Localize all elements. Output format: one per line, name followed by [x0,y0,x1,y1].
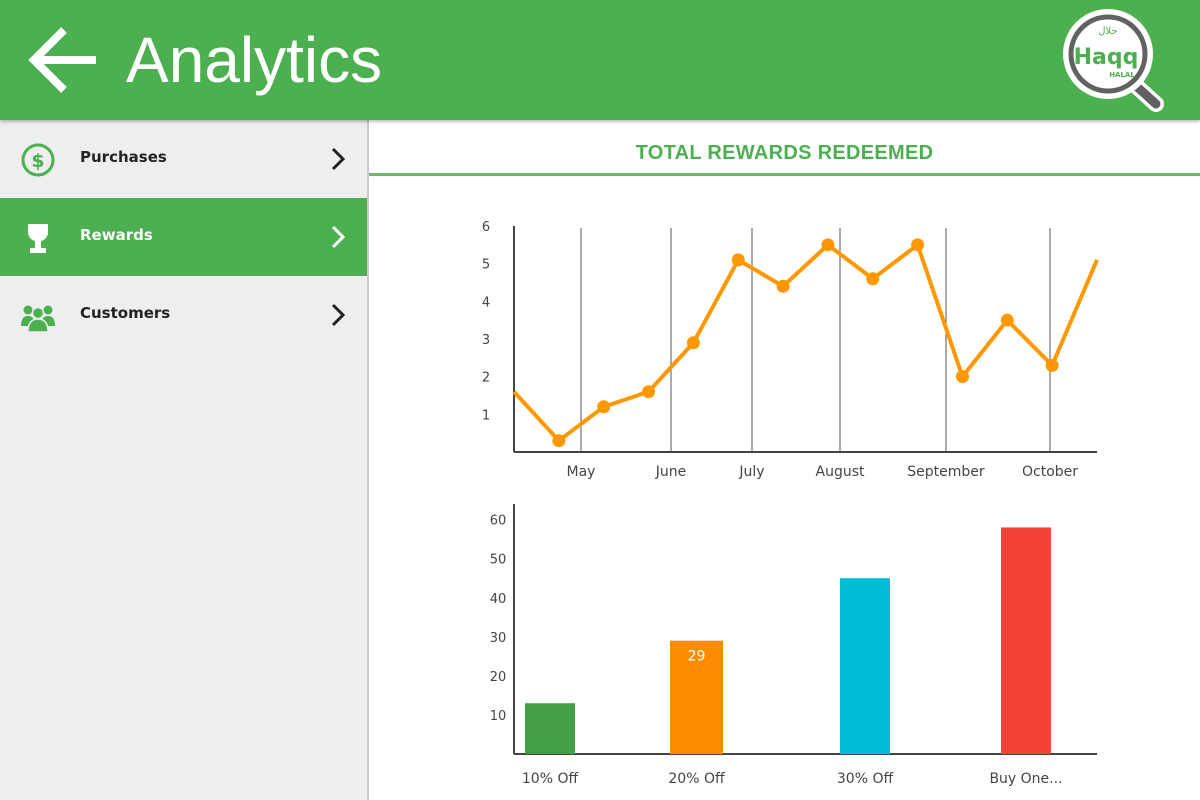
section-divider [369,173,1200,176]
x-tick-label: July [738,464,764,480]
x-tick-label: Buy One... [989,771,1062,787]
sidebar: $ Purchases Rewards Customers [0,120,369,800]
y-tick-label: 2 [482,371,490,386]
dollar-circle-icon: $ [21,143,55,177]
data-label: 29 [688,649,706,665]
bar [1001,527,1051,754]
chevron-right-icon [331,147,346,171]
data-point [776,279,790,293]
data-point [821,238,835,252]
x-tick-label: June [655,464,687,480]
app-header: Analytics حلال Haqq HALAL [0,0,1200,120]
trophy-icon [28,224,48,253]
data-point [552,434,566,448]
data-point [731,253,745,267]
y-tick-label: 6 [482,220,490,235]
x-tick-label: 30% Off [837,771,894,787]
data-point [955,370,969,384]
main-content: TOTAL REWARDS REDEEMED 1 2 3 4 5 6 May June July… [369,120,1200,800]
logo-text: Haqq [1074,45,1139,70]
logo-arabic-text: حلال [1098,26,1117,37]
data-point [911,238,925,252]
data-point [1000,313,1014,327]
y-tick-label: 40 [490,592,507,607]
sidebar-item-label: Purchases [80,148,167,166]
section-title: TOTAL REWARDS REDEEMED [635,142,934,164]
x-tick-label: 20% Off [668,771,725,787]
x-tick-label: October [1022,464,1078,480]
y-tick-label: 5 [482,258,490,273]
x-tick-label: September [907,464,985,480]
line-chart: 1 2 3 4 5 6 May June July August September October [482,220,1099,480]
y-tick-label: 20 [490,670,507,685]
x-tick-label: 10% Off [522,771,579,787]
chevron-right-icon [331,303,346,327]
bar [525,703,575,754]
chevron-right-icon [331,225,346,249]
back-button[interactable] [26,24,102,96]
svg-text:$: $ [31,150,44,172]
y-tick-label: 1 [482,408,490,423]
y-tick-label: 4 [482,295,490,310]
sidebar-item-label: Customers [80,304,171,322]
data-point [1045,358,1059,372]
people-icon [21,305,55,333]
back-arrow-icon [28,27,96,93]
x-tick-label: August [816,464,866,480]
y-tick-label: 3 [482,333,490,348]
y-tick-label: 60 [490,514,507,529]
haqq-logo: حلال Haqq HALAL [1063,9,1164,112]
bar [840,578,890,754]
sidebar-item-customers[interactable]: Customers [0,276,367,354]
logo-subtext: HALAL [1109,71,1135,79]
page-title: Analytics [126,24,383,96]
y-tick-label: 10 [490,709,507,724]
data-point [686,336,700,350]
sidebar-item-purchases[interactable]: $ Purchases [0,120,367,198]
sidebar-item-label: Rewards [80,226,153,244]
data-point [597,400,611,414]
data-point [642,385,656,399]
y-tick-label: 30 [490,631,507,646]
x-tick-label: May [567,464,596,480]
bar-chart: 10 20 30 40 50 60 10% Off 20% Off 29 30% Off Buy O… [490,504,1097,787]
data-point [866,272,880,286]
y-tick-label: 50 [490,553,507,568]
sidebar-item-rewards[interactable]: Rewards [0,198,367,276]
